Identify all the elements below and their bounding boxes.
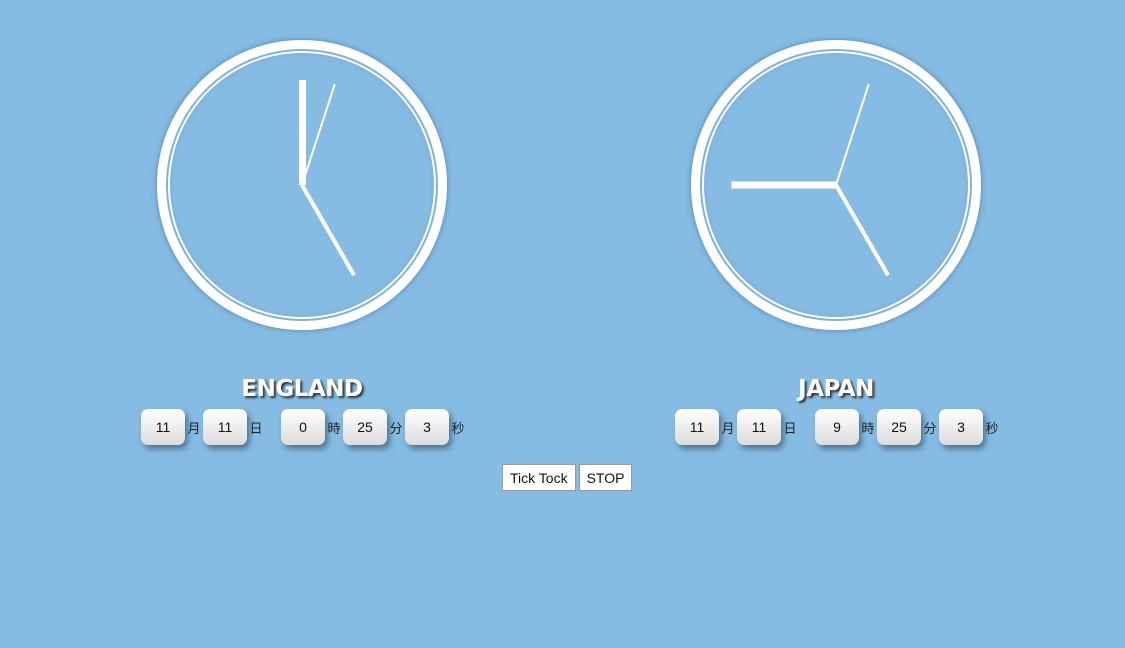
- month-unit: 月: [721, 421, 735, 437]
- minute-box: 25: [343, 409, 387, 445]
- clock-japan: JAPAN 11 月 11 日 9 時 25 分 3 秒: [671, 40, 1001, 445]
- minute-unit: 分: [923, 421, 937, 437]
- time-row: 11 月 11 日 9 時 25 分 3 秒: [675, 409, 1001, 445]
- country-name: JAPAN: [798, 376, 874, 402]
- hour-box: 0: [281, 409, 325, 445]
- month-box: 11: [675, 409, 719, 445]
- second-unit: 秒: [985, 421, 999, 437]
- day-box: 11: [203, 409, 247, 445]
- hour-unit: 時: [861, 421, 875, 437]
- month-unit: 月: [187, 421, 201, 437]
- second-hand: [835, 83, 870, 186]
- hour-unit: 時: [327, 421, 341, 437]
- second-hand: [301, 83, 336, 186]
- country-name: ENGLAND: [241, 376, 363, 402]
- tick-tock-button[interactable]: Tick Tock: [502, 464, 576, 491]
- minute-hand: [300, 184, 356, 277]
- hour-box: 9: [815, 409, 859, 445]
- hour-hand: [298, 80, 306, 185]
- hour-hand: [731, 181, 836, 189]
- second-unit: 秒: [451, 421, 465, 437]
- controls: Tick Tock STOP: [502, 464, 633, 491]
- minute-unit: 分: [389, 421, 403, 437]
- day-unit: 日: [249, 421, 263, 437]
- clock-face-japan: [691, 40, 981, 330]
- month-box: 11: [141, 409, 185, 445]
- second-box: 3: [405, 409, 449, 445]
- minute-hand: [834, 184, 890, 277]
- clock-face-england: [157, 40, 447, 330]
- time-row: 11 月 11 日 0 時 25 分 3 秒: [141, 409, 467, 445]
- day-unit: 日: [783, 421, 797, 437]
- second-box: 3: [939, 409, 983, 445]
- stop-button[interactable]: STOP: [578, 464, 633, 491]
- minute-box: 25: [877, 409, 921, 445]
- day-box: 11: [737, 409, 781, 445]
- clock-england: ENGLAND 11 月 11 日 0 時 25 分 3 秒: [137, 40, 467, 445]
